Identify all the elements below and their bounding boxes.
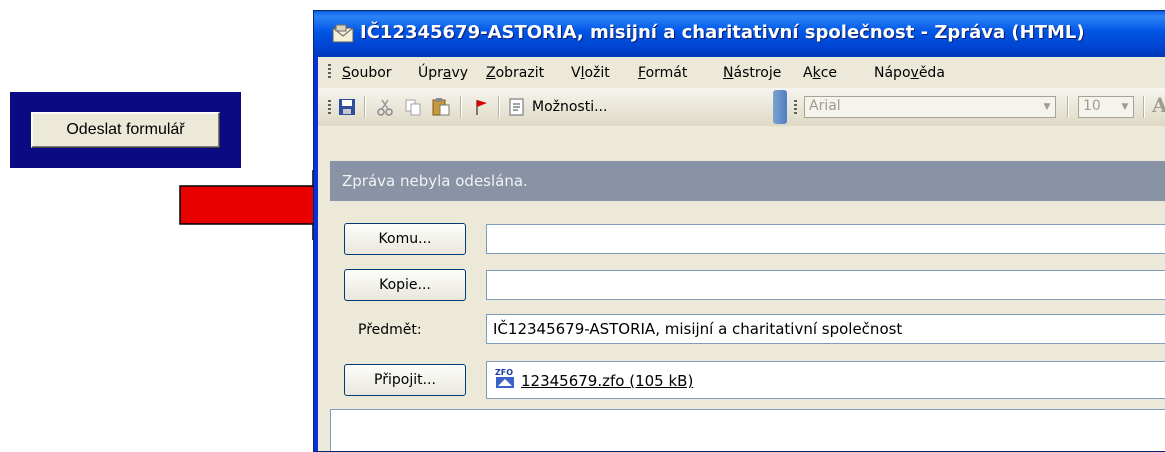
menu-akce[interactable]: Akce — [803, 65, 837, 81]
subject-label: Předmět: — [358, 322, 422, 338]
menu-zobrazit[interactable]: Zobrazit — [486, 65, 544, 81]
menu-napoveda[interactable]: Nápověda — [874, 65, 945, 81]
font-size-select[interactable]: 10 ▼ — [1078, 96, 1134, 118]
attachment-field: ZFO 12345679.zfo (105 kB) — [486, 361, 1165, 399]
menu-bar: Soubor Úpravy Zobrazit Vložit Formát Nás… — [318, 57, 1165, 88]
menu-nastroje[interactable]: Nástroje — [723, 65, 781, 81]
toolbar-separator — [1143, 96, 1145, 118]
chevron-down-icon[interactable]: ▼ — [1039, 97, 1055, 117]
toolbar-separator — [498, 96, 500, 118]
save-icon[interactable] — [336, 96, 358, 118]
menu-vlozit[interactable]: Vložit — [571, 65, 610, 81]
attach-button[interactable]: Připojit... — [344, 364, 466, 396]
to-button[interactable]: Komu... — [344, 223, 466, 255]
copy-icon[interactable] — [402, 96, 424, 118]
message-header-form: Komu... Kopie... Předmět: IČ12345679-AST… — [330, 201, 1165, 451]
toolbar-chevron-icon[interactable] — [773, 90, 787, 124]
message-window: IČ12345679-ASTORIA, misijní a charitativ… — [313, 10, 1165, 452]
chevron-down-icon[interactable]: ▼ — [1117, 97, 1133, 117]
cut-icon[interactable] — [374, 96, 396, 118]
formatting-grip[interactable] — [794, 100, 797, 115]
paste-icon[interactable] — [430, 96, 452, 118]
options-button[interactable]: Možnosti... — [508, 96, 607, 118]
options-label: Možnosti... — [532, 99, 608, 115]
menu-format[interactable]: Formát — [638, 65, 687, 81]
text-color-icon[interactable]: A — [1152, 93, 1165, 117]
menu-upravy[interactable]: Úpravy — [418, 65, 468, 81]
toolbar-separator — [1067, 96, 1069, 118]
toolbar-separator — [460, 96, 462, 118]
to-field[interactable] — [486, 224, 1165, 254]
info-bar: Zpráva nebyla odeslána. — [330, 161, 1165, 201]
flag-icon[interactable] — [470, 96, 492, 118]
envelope-icon — [332, 24, 354, 43]
cc-field[interactable] — [486, 270, 1165, 300]
menu-soubor[interactable]: Soubor — [342, 65, 392, 81]
title-bar: IČ12345679-ASTORIA, misijní a charitativ… — [314, 11, 1165, 57]
message-body[interactable] — [330, 409, 1165, 451]
zfo-file-icon: ZFO — [495, 368, 514, 388]
cc-button[interactable]: Kopie... — [344, 269, 466, 301]
menu-grip[interactable] — [328, 64, 331, 79]
standard-toolbar: Možnosti... Arial ▼ 10 ▼ A — [318, 88, 1165, 126]
attachment-link[interactable]: 12345679.zfo (105 kB) — [521, 372, 693, 390]
svg-text:ZFO: ZFO — [495, 368, 513, 377]
info-bar-text: Zpráva nebyla odeslána. — [342, 172, 528, 190]
formatting-toolbar: Arial ▼ 10 ▼ A — [788, 88, 1165, 126]
options-icon — [509, 98, 524, 116]
toolbar-grip[interactable] — [328, 100, 331, 115]
toolbar-separator — [364, 96, 366, 118]
window-title: IČ12345679-ASTORIA, misijní a charitativ… — [360, 22, 1085, 43]
submit-form-button[interactable]: Odeslat formulář — [31, 112, 220, 148]
font-select[interactable]: Arial ▼ — [804, 96, 1056, 118]
subject-field[interactable]: IČ12345679-ASTORIA, misijní a charitativ… — [486, 314, 1165, 344]
